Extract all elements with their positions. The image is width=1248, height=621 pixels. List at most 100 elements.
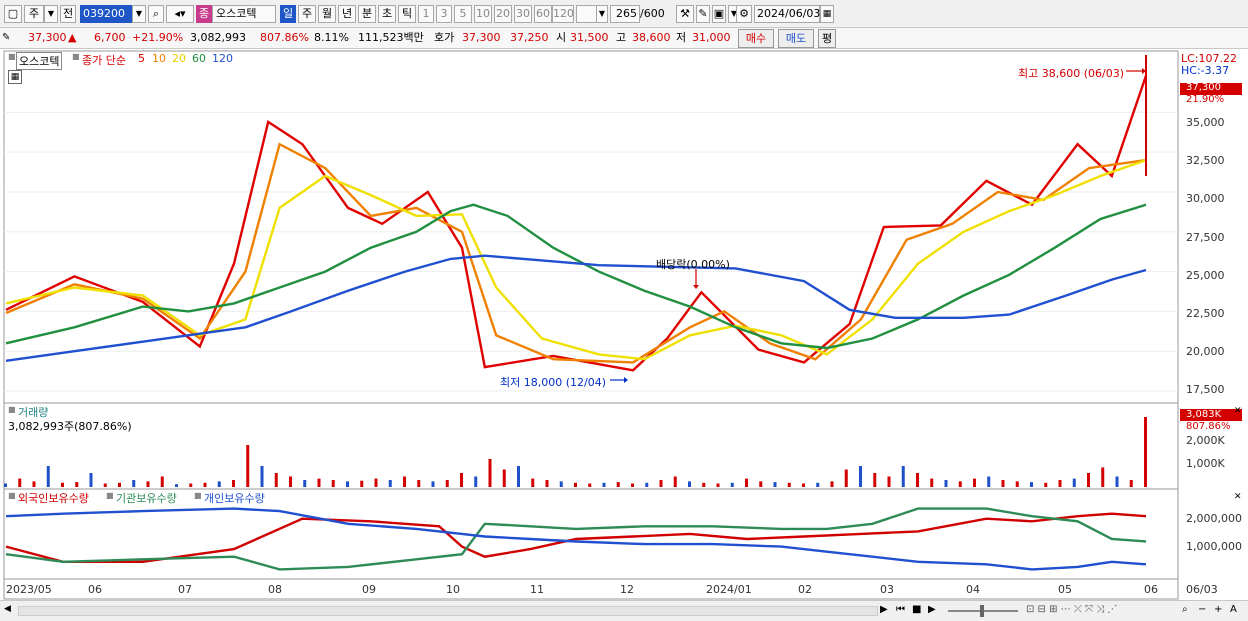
minute-option-30[interactable]: 30	[514, 5, 532, 23]
interval-week[interactable]: 주	[298, 5, 316, 23]
volume-bar-6	[89, 473, 93, 487]
chart-area[interactable]	[0, 49, 1248, 600]
volume-bar-32	[460, 473, 463, 487]
high-price: 38,600	[632, 31, 671, 44]
ma-legend-10[interactable]: 10	[152, 52, 166, 65]
minute-option-5[interactable]: 5	[454, 5, 472, 23]
minute-option-3[interactable]: 3	[436, 5, 452, 23]
volume-bar-18	[260, 466, 264, 487]
rewind-icon[interactable]: ⏮	[896, 604, 905, 615]
zoom-icon[interactable]: ⌕	[1182, 604, 1188, 615]
low-label: 저	[676, 31, 687, 44]
ma-legend-120[interactable]: 120	[212, 52, 233, 65]
volume-bar-54	[773, 482, 777, 487]
scroll-right-icon[interactable]: ▶	[880, 604, 888, 615]
ma-legend-60[interactable]: 60	[192, 52, 206, 65]
ask-label: 호가	[434, 31, 455, 44]
volume-bar-47	[673, 476, 677, 487]
volume-bar-10	[146, 481, 150, 487]
speaker-icon[interactable]: ◂▾	[166, 5, 194, 23]
x-label-07: 07	[178, 583, 192, 596]
minute-option-1[interactable]: 1	[418, 5, 434, 23]
minute-option-10[interactable]: 10	[474, 5, 492, 23]
eval-button[interactable]: 평	[818, 29, 836, 48]
period-main-button[interactable]: 주	[24, 5, 44, 23]
zoom-in-icon[interactable]: +	[1214, 604, 1222, 615]
interval-year[interactable]: 년	[338, 5, 356, 23]
save-icon[interactable]: ▣	[712, 5, 726, 23]
chart-settings-icon[interactable]: ⚒	[676, 5, 694, 23]
date-input[interactable]: 2024/06/03	[754, 5, 820, 23]
minute-option-60[interactable]: 60	[534, 5, 552, 23]
y-tick-35000: 35,000	[1186, 116, 1225, 129]
volume-bar-48	[688, 481, 691, 487]
volume-value: 3,082,993	[190, 31, 246, 44]
last-pct-label: 21.90%	[1186, 94, 1225, 105]
x-label-05: 05	[1058, 583, 1072, 596]
code-input[interactable]: 039200	[80, 5, 132, 23]
holdings-handle-icon: ■	[8, 491, 16, 500]
stop-icon[interactable]: ■	[912, 604, 921, 615]
volume-bar-12	[175, 484, 178, 487]
buy-button[interactable]: 매수	[738, 29, 774, 48]
legend-foreign[interactable]: 외국인보유수량	[18, 490, 89, 506]
interval-second[interactable]: 초	[378, 5, 396, 23]
panel-handle-icon[interactable]: ■	[8, 52, 16, 61]
code-dropdown-icon[interactable]: ▼	[132, 5, 146, 23]
interval-day[interactable]: 일	[280, 5, 296, 23]
minute-option-20[interactable]: 20	[494, 5, 512, 23]
calculator-icon[interactable]: ▦	[8, 70, 22, 84]
interval-tick[interactable]: 틱	[398, 5, 416, 23]
volume-bar-70	[1001, 480, 1005, 487]
volume-bar-29	[417, 480, 421, 487]
x-label-09: 09	[362, 583, 376, 596]
volume-bar-57	[816, 482, 820, 487]
zoom-out-icon[interactable]: −	[1198, 604, 1206, 615]
scroll-track[interactable]	[18, 606, 878, 616]
font-size-icon[interactable]: A	[1230, 604, 1237, 615]
ma-legend-5[interactable]: 5	[138, 52, 145, 65]
holdings-close-icon[interactable]: ✕	[1234, 492, 1242, 502]
volume-bar-59	[844, 469, 848, 487]
volume-bar-40	[574, 482, 577, 487]
volume-bar-52	[745, 478, 748, 487]
search-icon[interactable]: ⌕	[148, 5, 164, 23]
volume-y-tick-1000k: 1,000K	[1186, 457, 1225, 470]
holdings-y-tick-2m: 2,000,000	[1186, 512, 1242, 525]
drawing-tools-icon[interactable]: ⊡ ⊟ ⊞ ⋯ ⤫ ⤧ ⤨ ⋰	[1026, 604, 1117, 615]
play-icon[interactable]: ▶	[928, 604, 936, 615]
volume-bar-71	[1015, 481, 1019, 487]
scroll-left-icon[interactable]: ◀	[4, 604, 16, 618]
window-icon[interactable]: ▢	[4, 5, 22, 23]
volume-bar-62	[887, 476, 891, 487]
high-label: 고	[616, 31, 627, 44]
legend-institution[interactable]: 기관보유수량	[116, 490, 177, 506]
legend-individual[interactable]: 개인보유수량	[204, 490, 265, 506]
count-input[interactable]: 265	[610, 5, 640, 23]
interval-month[interactable]: 월	[318, 5, 336, 23]
calendar-icon[interactable]: ▦	[820, 5, 834, 23]
chevron-down-icon[interactable]: ▼	[44, 5, 58, 23]
interval-minute[interactable]: 분	[358, 5, 376, 23]
quote-edit-icon[interactable]: ✎	[2, 31, 10, 45]
volume-bar-80	[1144, 417, 1147, 487]
stock-name-field[interactable]: 오스코텍	[212, 5, 276, 23]
minute-option-120[interactable]: 120	[552, 5, 574, 23]
volume-summary: 3,082,993주(807.86%)	[8, 420, 132, 433]
zoom-slider-handle[interactable]	[980, 605, 984, 617]
volume-close-icon[interactable]: ✕	[1234, 406, 1242, 416]
volume-bar-73	[1044, 482, 1048, 487]
legend-handle-icon: ■	[72, 52, 80, 61]
volume-bar-50	[716, 483, 720, 487]
price-name-tab[interactable]: 오스코텍	[16, 52, 63, 70]
ma-legend-20[interactable]: 20	[172, 52, 186, 65]
draw-icon[interactable]: ✎	[696, 5, 710, 23]
gear-icon[interactable]: ⚙	[736, 5, 752, 23]
bid-price: 37,250	[510, 31, 549, 44]
x-label-12: 12	[620, 583, 634, 596]
volume-bar-22	[317, 478, 321, 487]
hc-value: HC:-3.37	[1181, 64, 1230, 77]
sell-button[interactable]: 매도	[778, 29, 814, 48]
custom-interval-dropdown-icon[interactable]: ▼	[596, 5, 608, 23]
prev-button[interactable]: 전	[60, 5, 76, 23]
